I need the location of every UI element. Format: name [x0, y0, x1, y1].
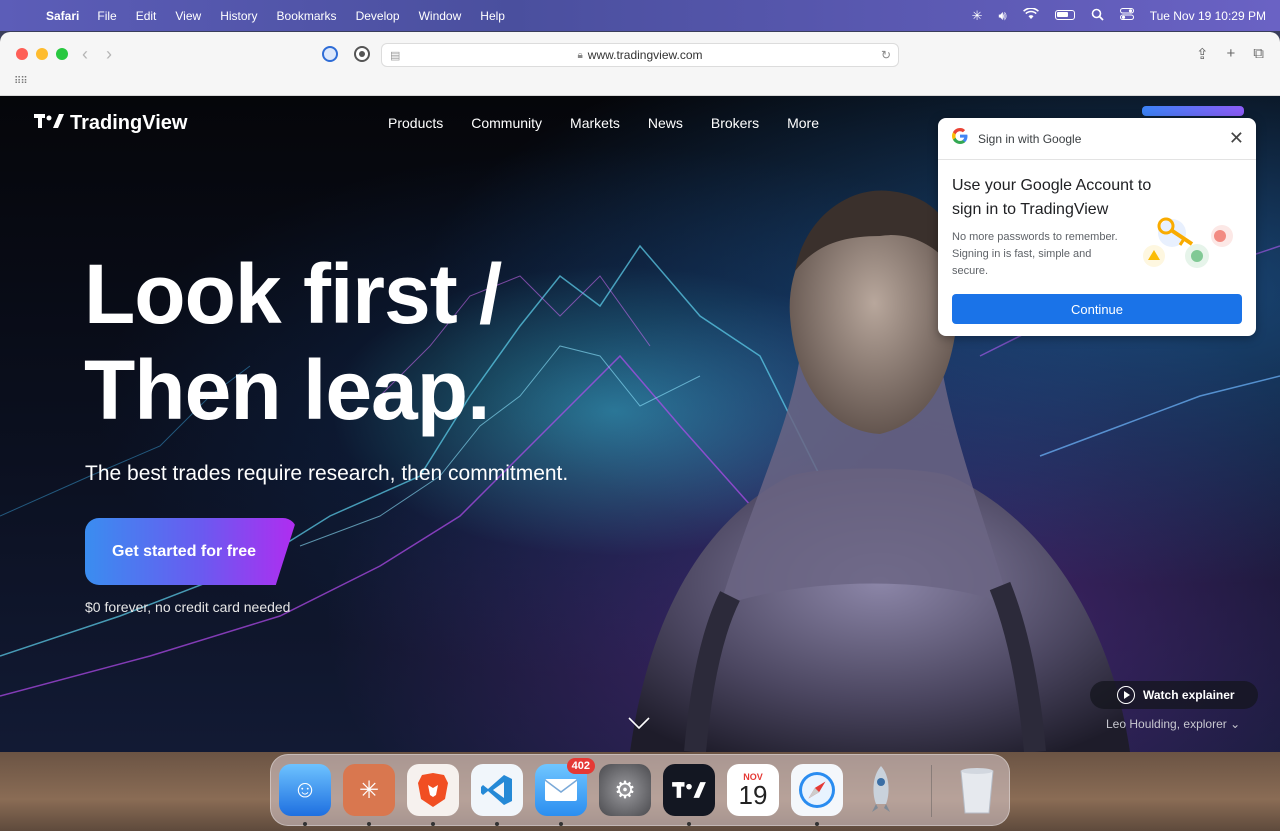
calendar-day: 19 [738, 780, 768, 810]
claude-status-icon[interactable]: ✳ [972, 8, 983, 24]
claude-running-indicator [367, 822, 371, 826]
popup-header: Sign in with Google [938, 118, 1256, 160]
key-illustration-icon [1143, 217, 1233, 268]
menu-view[interactable]: View [175, 9, 201, 23]
tradingview-logo-icon [34, 113, 64, 135]
google-g-icon [952, 128, 968, 149]
toolbar-actions: ⇪ + ⧉ [1196, 45, 1264, 63]
photo-credit[interactable]: Leo Houlding, explorer ⌄ [1106, 717, 1240, 731]
logo-text: TradingView [70, 112, 188, 134]
battery-icon[interactable] [1054, 8, 1075, 23]
safari-window: ‹ › ▤ 🔒︎ www.tradingview.com ↻ ⇪ + ⧉ ⠿⠿ [0, 32, 1280, 752]
vscode-running-indicator [495, 822, 499, 826]
hero-headline: Look first / Then leap. [84, 246, 502, 438]
nav-more[interactable]: More [787, 115, 819, 131]
mail-unread-badge: 402 [566, 758, 595, 774]
safari-icon[interactable] [791, 764, 843, 816]
dock-separator [931, 765, 932, 817]
cta-note: $0 forever, no credit card needed [85, 599, 291, 615]
play-icon [1117, 686, 1135, 704]
menu-clock[interactable]: Tue Nov 19 10:29 PM [1150, 9, 1266, 23]
forward-icon[interactable]: › [106, 44, 112, 65]
menu-app-name[interactable]: Safari [46, 9, 79, 23]
history-nav: ‹ › [82, 44, 112, 65]
nav-news[interactable]: News [648, 115, 683, 131]
close-window-button[interactable] [16, 48, 28, 60]
lock-icon: 🔒︎ [577, 49, 583, 61]
finder-icon[interactable]: ☺ [279, 764, 331, 816]
claude-icon[interactable]: ✳ [343, 764, 395, 816]
photo-credit-text: Leo Houlding, explorer [1106, 717, 1227, 731]
menu-bookmarks[interactable]: Bookmarks [277, 9, 337, 23]
vscode-icon[interactable] [471, 764, 523, 816]
back-icon[interactable]: ‹ [82, 44, 88, 65]
minimize-window-button[interactable] [36, 48, 48, 60]
extension-record-icon[interactable] [354, 46, 370, 62]
new-tab-icon[interactable]: + [1227, 45, 1236, 63]
share-icon[interactable]: ⇪ [1196, 45, 1209, 63]
browser-toolbar: ‹ › ▤ 🔒︎ www.tradingview.com ↻ ⇪ + ⧉ ⠿⠿ [0, 32, 1280, 96]
menu-history[interactable]: History [220, 9, 257, 23]
menu-window[interactable]: Window [419, 9, 462, 23]
close-icon[interactable]: ✕ [1229, 128, 1244, 149]
mail-running-indicator [559, 822, 563, 826]
spotlight-search-icon[interactable] [1091, 8, 1104, 24]
nav-markets[interactable]: Markets [570, 115, 620, 131]
hero-line-1: Look first / [84, 247, 502, 341]
finder-running-indicator [303, 822, 307, 826]
nav-products[interactable]: Products [388, 115, 443, 131]
popup-title: Use your Google Account to sign in to Tr… [952, 177, 1152, 218]
reload-icon[interactable]: ↻ [881, 48, 891, 62]
scroll-down-icon[interactable] [628, 716, 650, 734]
calendar-icon[interactable]: NOV 19 [727, 764, 779, 816]
menu-edit[interactable]: Edit [136, 9, 157, 23]
menu-develop[interactable]: Develop [356, 9, 400, 23]
favorites-grid-icon[interactable]: ⠿⠿ [14, 76, 28, 87]
extension-compass-icon[interactable] [322, 46, 338, 62]
main-nav: Products Community Markets News Brokers … [388, 115, 847, 131]
get-started-button[interactable]: Get started for free [85, 518, 297, 585]
reader-mode-icon[interactable]: ▤ [390, 49, 400, 62]
brave-running-indicator [431, 822, 435, 826]
url-text: www.tradingview.com [587, 48, 703, 62]
mail-icon[interactable]: 402 [535, 758, 595, 816]
zoom-window-button[interactable] [56, 48, 68, 60]
rocket-app-icon[interactable] [855, 764, 907, 816]
window-controls [16, 48, 68, 60]
dock: ☺ ✳ 402 ⚙ NOV 19 [270, 754, 1010, 826]
menu-bar: Safari File Edit View History Bookmarks … [0, 0, 1280, 31]
nav-community[interactable]: Community [471, 115, 542, 131]
header-get-started-button[interactable] [1142, 106, 1244, 116]
system-settings-icon[interactable]: ⚙ [599, 764, 651, 816]
popup-header-text: Sign in with Google [978, 131, 1082, 146]
menu-help[interactable]: Help [480, 9, 505, 23]
control-center-icon[interactable] [1119, 8, 1134, 23]
tradingview-running-indicator [687, 822, 691, 826]
address-bar[interactable]: ▤ 🔒︎ www.tradingview.com ↻ [381, 43, 899, 67]
nav-brokers[interactable]: Brokers [711, 115, 759, 131]
brave-browser-icon[interactable] [407, 764, 459, 816]
hero-subtitle: The best trades require research, then c… [85, 462, 569, 485]
chevron-down-icon: ⌄ [1230, 717, 1241, 731]
menu-file[interactable]: File [97, 9, 116, 23]
hero-line-2: Then leap. [84, 343, 490, 437]
safari-running-indicator [815, 822, 819, 826]
wifi-icon[interactable] [1022, 7, 1039, 23]
trash-icon[interactable] [951, 764, 1003, 816]
volume-icon[interactable]: 🔊︎ [999, 8, 1007, 24]
tradingview-logo[interactable]: TradingView [34, 112, 187, 135]
tab-overview-icon[interactable]: ⧉ [1253, 45, 1264, 63]
tradingview-app-icon[interactable] [663, 764, 715, 816]
watch-explainer-button[interactable]: Watch explainer [1090, 681, 1258, 709]
google-signin-popup: Sign in with Google ✕ Use your Google Ac… [938, 118, 1256, 336]
watch-explainer-label: Watch explainer [1143, 688, 1235, 702]
popup-description: No more passwords to remember. Signing i… [952, 231, 1118, 277]
continue-button[interactable]: Continue [952, 294, 1242, 324]
